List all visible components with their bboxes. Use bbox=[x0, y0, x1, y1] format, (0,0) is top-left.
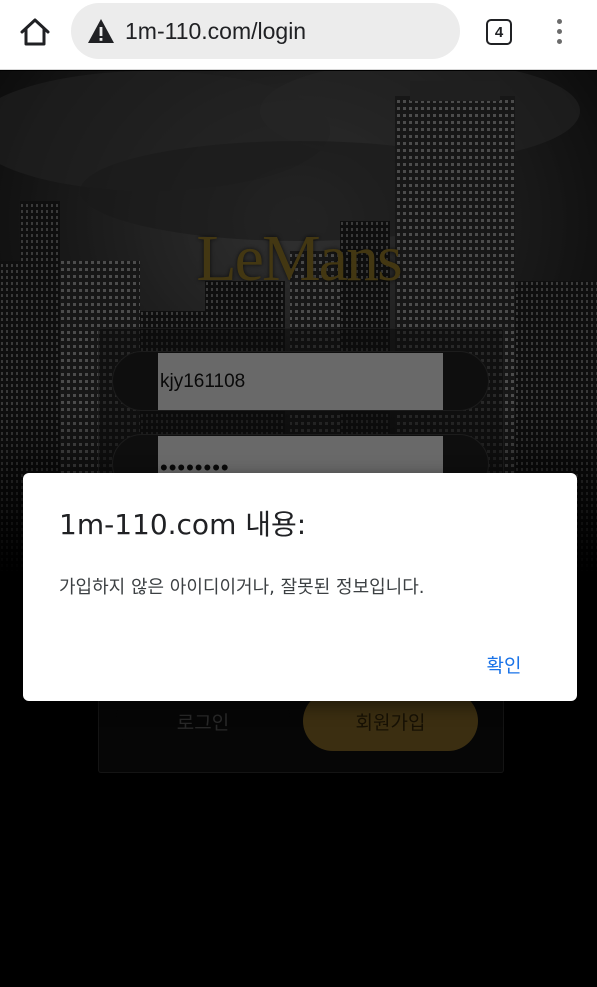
tab-switcher-button[interactable]: 4 bbox=[486, 19, 512, 45]
url-text: 1m-110.com/login bbox=[125, 17, 307, 44]
alert-dialog: 1m-110.com 내용: 가입하지 않은 아이디이거나, 잘못된 정보입니다… bbox=[23, 473, 577, 701]
dialog-title: 1m-110.com 내용: bbox=[59, 508, 307, 541]
confirm-button[interactable]: 확인 bbox=[469, 647, 539, 681]
home-icon[interactable] bbox=[18, 17, 52, 47]
dialog-message: 가입하지 않은 아이디이거나, 잘못된 정보입니다. bbox=[59, 577, 425, 598]
address-bar[interactable]: 1m-110.com/login bbox=[71, 3, 460, 59]
overflow-menu-icon[interactable] bbox=[548, 16, 570, 46]
warning-icon[interactable] bbox=[87, 18, 115, 44]
browser-toolbar: 1m-110.com/login 4 bbox=[0, 0, 597, 70]
